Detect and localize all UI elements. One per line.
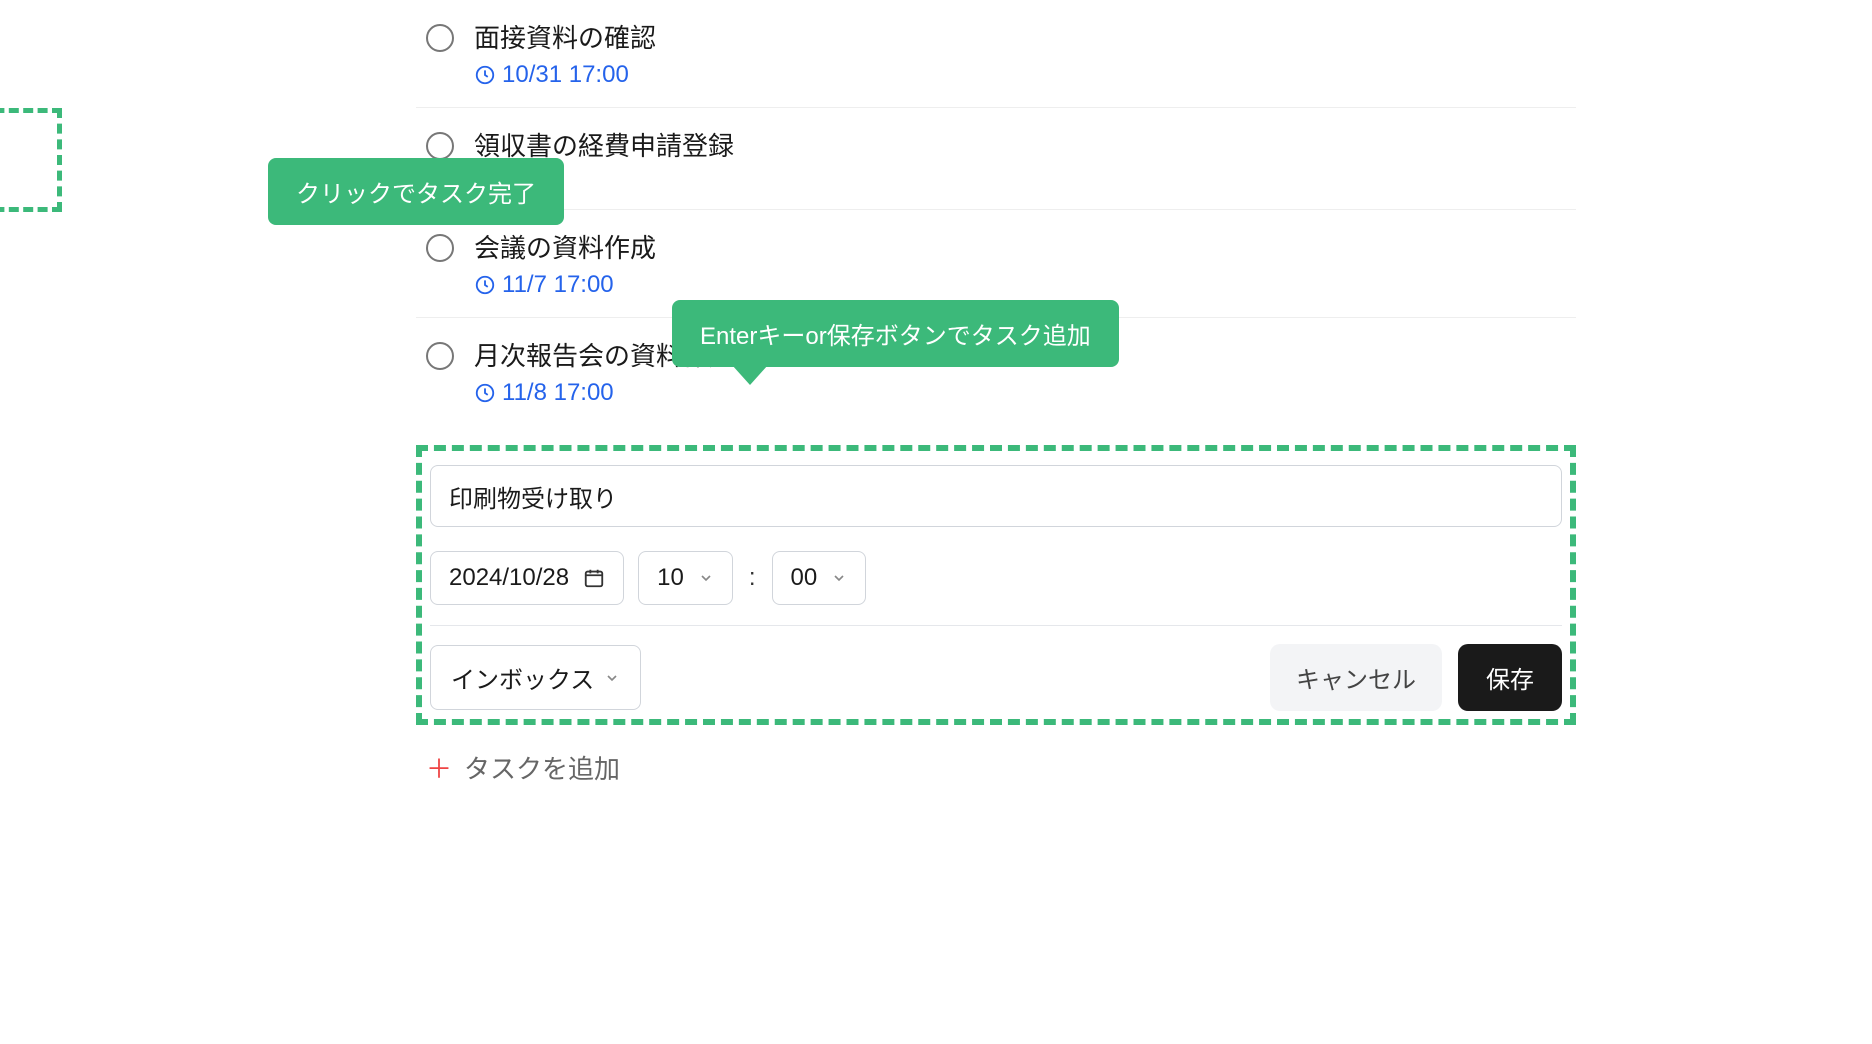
date-value: 2024/10/28 [449, 564, 569, 592]
category-value: インボックス [451, 660, 594, 695]
minute-value: 00 [791, 564, 818, 592]
task-item[interactable]: 領収書の経費申請登録 [416, 108, 1576, 210]
hour-value: 10 [657, 564, 684, 592]
cancel-button[interactable]: キャンセル [1270, 644, 1442, 711]
task-checkbox[interactable] [426, 24, 454, 52]
task-checkbox[interactable] [426, 234, 454, 262]
task-due-text: 10/31 17:00 [502, 61, 629, 89]
add-task-button[interactable]: ＋ タスクを追加 [416, 725, 1576, 810]
chevron-down-icon [698, 570, 714, 586]
task-title: 領収書の経費申請登録 [474, 126, 1576, 163]
time-colon: : [747, 564, 758, 592]
category-select[interactable]: インボックス [430, 645, 641, 710]
task-due: 11/8 17:00 [474, 379, 1576, 407]
tooltip-complete: クリックでタスク完了 [268, 158, 564, 225]
tooltip-tail-icon [732, 365, 768, 385]
form-footer: インボックス キャンセル 保存 [430, 626, 1562, 711]
task-due-text: 11/8 17:00 [502, 379, 614, 407]
add-task-label: タスクを追加 [464, 749, 620, 786]
tooltip-text: クリックでタスク完了 [296, 181, 536, 208]
tooltip-add: Enterキーor保存ボタンでタスク追加 [672, 300, 1119, 367]
chevron-down-icon [831, 570, 847, 586]
task-title-input[interactable] [430, 465, 1562, 527]
footer-buttons: キャンセル 保存 [1270, 644, 1562, 711]
task-content: 会議の資料作成 11/7 17:00 [474, 228, 1576, 299]
calendar-icon [583, 567, 605, 589]
clock-icon [474, 382, 496, 404]
task-due-text: 11/7 17:00 [502, 271, 614, 299]
task-list-container: 面接資料の確認 10/31 17:00 領収書の経費申請登録 会議の資料作成 1… [266, 0, 1606, 810]
task-content: 面接資料の確認 10/31 17:00 [474, 18, 1576, 89]
task-content: 領収書の経費申請登録 [474, 126, 1576, 191]
task-form: 2024/10/28 10 : 00 インボックス キャンセル 保存 [416, 445, 1576, 725]
chevron-down-icon [604, 670, 620, 686]
task-due: 10/31 17:00 [474, 61, 1576, 89]
clock-icon [474, 64, 496, 86]
task-due: 11/7 17:00 [474, 271, 1576, 299]
task-due [474, 169, 1576, 191]
date-input[interactable]: 2024/10/28 [430, 551, 624, 605]
hour-select[interactable]: 10 [638, 551, 733, 605]
task-checkbox[interactable] [426, 132, 454, 160]
datetime-row: 2024/10/28 10 : 00 [430, 551, 1562, 605]
task-item[interactable]: 面接資料の確認 10/31 17:00 [416, 0, 1576, 108]
task-checkbox[interactable] [426, 342, 454, 370]
plus-icon: ＋ [426, 749, 452, 786]
task-title: 面接資料の確認 [474, 18, 1576, 55]
clock-icon [474, 274, 496, 296]
tooltip-text: Enterキーor保存ボタンでタスク追加 [700, 323, 1091, 350]
checkbox-highlight [0, 108, 62, 212]
minute-select[interactable]: 00 [772, 551, 867, 605]
task-title: 会議の資料作成 [474, 228, 1576, 265]
save-button[interactable]: 保存 [1458, 644, 1562, 711]
